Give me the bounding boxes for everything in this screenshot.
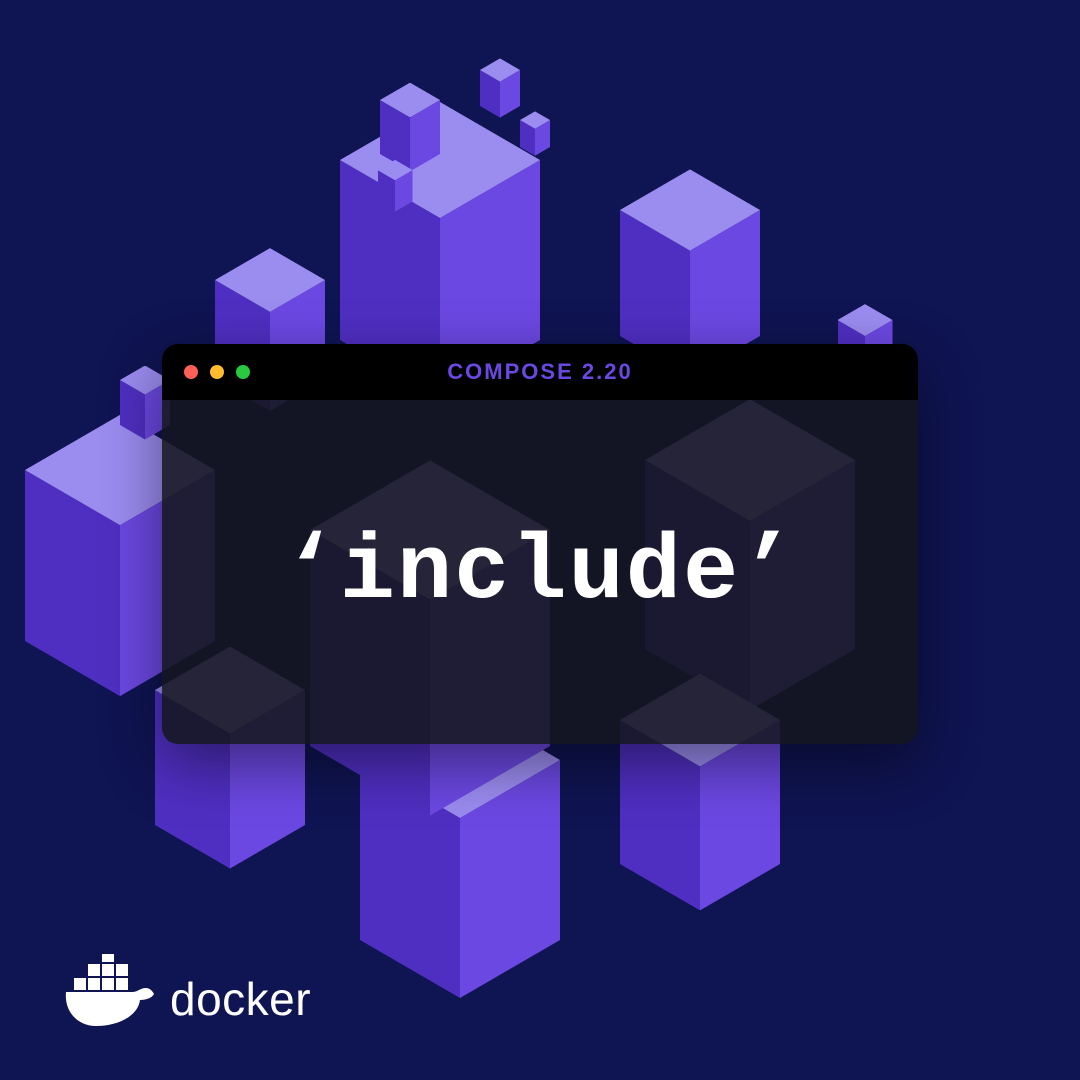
window-controls [184,365,250,379]
code-text: ‘include’ [283,520,798,625]
terminal-body: ‘include’ [162,400,918,744]
docker-whale-icon [60,954,160,1026]
brand-name: docker [170,976,311,1026]
docker-logo: docker [60,954,311,1026]
zoom-icon[interactable] [236,365,250,379]
terminal-titlebar: COMPOSE 2.20 [162,344,918,400]
minimize-icon[interactable] [210,365,224,379]
close-icon[interactable] [184,365,198,379]
terminal-title: COMPOSE 2.20 [162,359,918,385]
terminal-window: COMPOSE 2.20 ‘include’ [162,344,918,744]
